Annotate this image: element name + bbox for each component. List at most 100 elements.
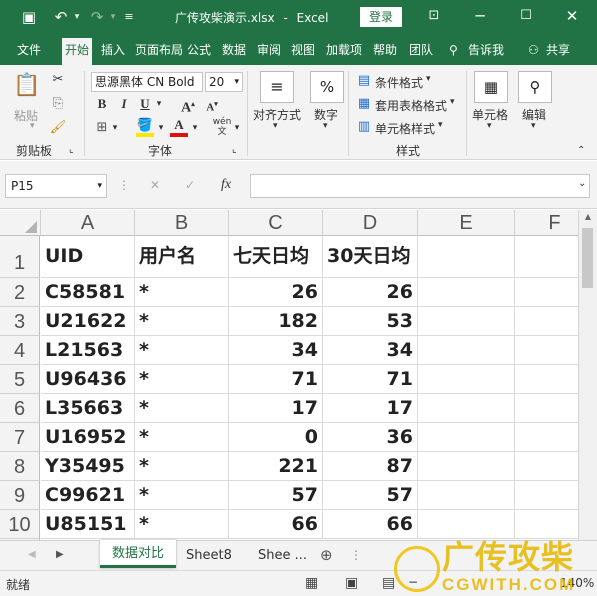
column-header[interactable]: E (418, 210, 515, 236)
vertical-scrollbar[interactable]: ▲ (578, 210, 597, 540)
cell-uid[interactable]: Y35495 (41, 452, 135, 481)
conditional-format-button[interactable]: 条件格式 (375, 74, 423, 91)
cell-empty[interactable] (418, 423, 515, 452)
vertical-scroll-thumb[interactable] (582, 228, 593, 288)
row-header[interactable]: 4 (0, 336, 40, 365)
cell-styles-icon[interactable]: ▥ (356, 118, 372, 136)
cell-username[interactable]: * (135, 307, 229, 336)
cell-thirty-day-avg[interactable]: 87 (323, 452, 418, 481)
conditional-format-dropdown-icon[interactable]: ▾ (426, 74, 431, 84)
row-header[interactable]: 1 (0, 236, 40, 278)
next-sheet-icon[interactable]: ▶ (56, 549, 64, 560)
font-color-dropdown-icon[interactable]: ▾ (190, 119, 200, 137)
cell-username[interactable]: * (135, 336, 229, 365)
cell-empty[interactable] (418, 307, 515, 336)
cell-seven-day-avg[interactable]: 26 (229, 278, 323, 307)
cell-seven-day-avg[interactable]: 34 (229, 336, 323, 365)
cell-styles-dropdown-icon[interactable]: ▾ (438, 120, 443, 130)
row-header[interactable]: 2 (0, 278, 40, 307)
tab-help[interactable]: 帮助 (373, 42, 397, 58)
cell-empty[interactable] (515, 365, 578, 394)
copy-icon[interactable]: ⎘ (48, 95, 68, 113)
tab-insert[interactable]: 插入 (101, 42, 125, 58)
number-dropdown-icon[interactable]: ▾ (323, 121, 328, 131)
cell-uid[interactable]: U21622 (41, 307, 135, 336)
formula-input[interactable] (250, 174, 590, 198)
tab-data[interactable]: 数据 (222, 42, 246, 58)
paste-dropdown-icon[interactable]: ▾ (30, 121, 35, 131)
cell-uid[interactable]: C99621 (41, 481, 135, 510)
cell-uid[interactable]: L21563 (41, 336, 135, 365)
cell-thirty-day-avg[interactable]: 30天日均 (323, 236, 418, 278)
borders-icon[interactable]: ⊞ (94, 119, 110, 137)
clipboard-launcher-icon[interactable]: ⌞ (69, 144, 74, 155)
font-color-icon[interactable]: A (170, 117, 188, 137)
font-size-dropdown-icon[interactable]: ▾ (234, 73, 239, 91)
underline-icon[interactable]: U (136, 95, 154, 113)
ribbon-display-options-icon[interactable]: ⊡ (414, 4, 454, 28)
expand-formula-icon[interactable]: ⌄ (578, 178, 586, 189)
row-header[interactable]: 9 (0, 481, 40, 510)
cell-empty[interactable] (515, 336, 578, 365)
cell-thirty-day-avg[interactable]: 71 (323, 365, 418, 394)
increase-font-icon[interactable]: A▴ (180, 95, 196, 118)
cell-thirty-day-avg[interactable]: 34 (323, 336, 418, 365)
collapse-ribbon-icon[interactable]: ⌃ (577, 145, 585, 156)
column-header[interactable]: B (135, 210, 229, 236)
cell-username[interactable]: * (135, 278, 229, 307)
cells-dropdown-icon[interactable]: ▾ (487, 121, 492, 131)
row-header[interactable]: 7 (0, 423, 40, 452)
cell-seven-day-avg[interactable]: 182 (229, 307, 323, 336)
page-layout-view-icon[interactable]: ▣ (345, 575, 358, 591)
cell-username[interactable]: * (135, 481, 229, 510)
cell-seven-day-avg[interactable]: 七天日均 (229, 236, 323, 278)
tab-formulas[interactable]: 公式 (187, 42, 211, 58)
cell-empty[interactable] (418, 365, 515, 394)
row-header[interactable]: 6 (0, 394, 40, 423)
sheet-tab[interactable]: Shee ... (258, 548, 307, 563)
percent-icon[interactable]: % (310, 71, 344, 103)
prev-sheet-icon[interactable]: ◀ (28, 549, 36, 560)
alignment-dropdown-icon[interactable]: ▾ (273, 121, 278, 131)
cell-uid[interactable]: U96436 (41, 365, 135, 394)
table-format-button[interactable]: 套用表格格式 (375, 97, 447, 114)
cell-username[interactable]: * (135, 394, 229, 423)
column-header[interactable]: C (229, 210, 323, 236)
row-header[interactable]: 8 (0, 452, 40, 481)
cell-empty[interactable] (418, 481, 515, 510)
table-format-dropdown-icon[interactable]: ▾ (450, 97, 455, 107)
tell-me-box[interactable]: 告诉我 (468, 42, 504, 58)
cell-seven-day-avg[interactable]: 71 (229, 365, 323, 394)
cell-thirty-day-avg[interactable]: 36 (323, 423, 418, 452)
scroll-up-icon[interactable]: ▲ (579, 212, 597, 221)
font-size-select[interactable]: 20 ▾ (205, 72, 243, 92)
column-header[interactable]: F (515, 210, 578, 236)
cell-username[interactable]: 用户名 (135, 236, 229, 278)
font-launcher-icon[interactable]: ⌞ (232, 144, 237, 155)
minimize-icon[interactable]: ─ (460, 4, 500, 28)
cut-icon[interactable]: ✂ (48, 71, 68, 89)
customize-qat-icon[interactable]: ≡ (118, 7, 140, 27)
format-painter-icon[interactable]: 🖌 (48, 119, 68, 137)
cell-username[interactable]: * (135, 510, 229, 539)
cell-thirty-day-avg[interactable]: 66 (323, 510, 418, 539)
table-format-icon[interactable]: ▦ (356, 95, 372, 113)
cell-styles-button[interactable]: 单元格样式 (375, 120, 435, 137)
cell-seven-day-avg[interactable]: 57 (229, 481, 323, 510)
fill-color-dropdown-icon[interactable]: ▾ (156, 119, 166, 137)
close-icon[interactable]: ✕ (552, 4, 592, 28)
tab-review[interactable]: 审阅 (257, 42, 281, 58)
enter-icon[interactable]: ✓ (185, 178, 195, 192)
row-header[interactable]: 3 (0, 307, 40, 336)
paste-icon[interactable]: 📋 (10, 71, 44, 103)
conditional-format-icon[interactable]: ▤ (356, 72, 372, 90)
cell-empty[interactable] (515, 307, 578, 336)
phonetic-dropdown-icon[interactable]: ▾ (232, 119, 242, 137)
underline-dropdown-icon[interactable]: ▾ (154, 95, 164, 113)
cell-empty[interactable] (515, 481, 578, 510)
bold-icon[interactable]: B (94, 95, 110, 113)
cell-seven-day-avg[interactable]: 0 (229, 423, 323, 452)
cell-thirty-day-avg[interactable]: 57 (323, 481, 418, 510)
cell-empty[interactable] (418, 236, 515, 278)
cell-empty[interactable] (418, 510, 515, 539)
